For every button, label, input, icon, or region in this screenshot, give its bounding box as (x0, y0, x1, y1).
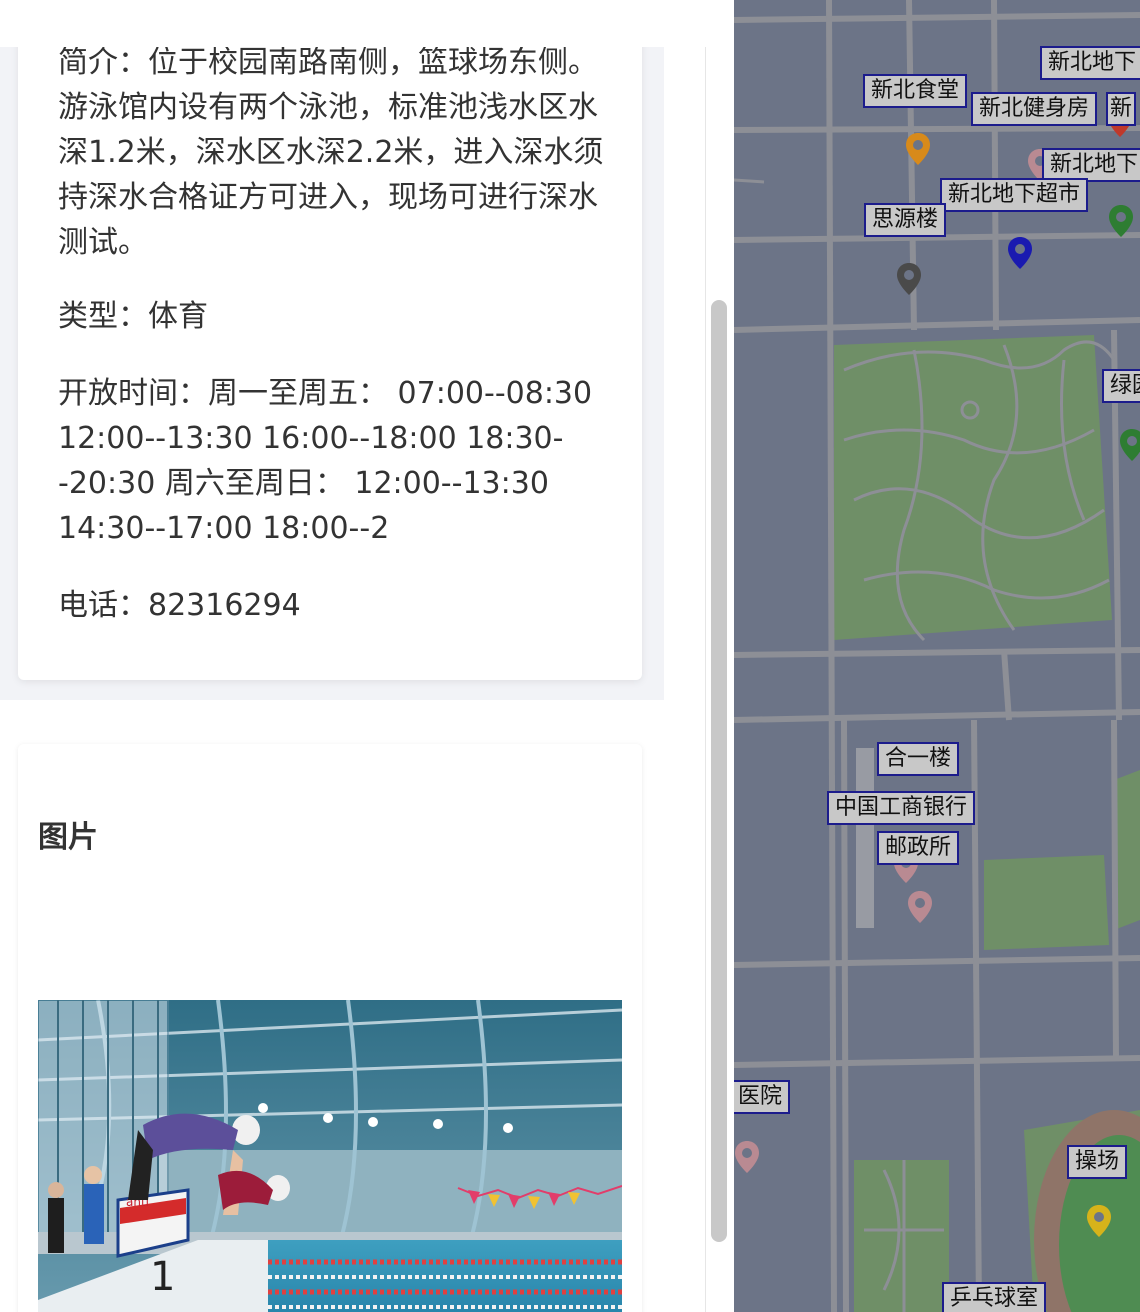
type-text: 类型：体育 (58, 299, 208, 334)
info-card: 简介：位于校园南路南侧，篮球场东侧。游泳馆内设有两个泳池，标准池浅水区水深1.2… (18, 20, 642, 680)
map-label-partial[interactable]: 新 (1106, 92, 1137, 126)
map-label-siyuan[interactable]: 思源楼 (864, 203, 947, 237)
map-label-heyi[interactable]: 合一楼 (877, 742, 960, 776)
detail-panel: 简介：位于校园南路南侧，篮球场东侧。游泳馆内设有两个泳池，标准池浅水区水深1.2… (0, 0, 734, 1312)
campus-map[interactable]: 新北地下 新北食堂 新北健身房 新 新北地下 新北地下超市 思源楼 绿园 合一楼… (734, 0, 1140, 1312)
map-label-xinbei-canteen[interactable]: 新北食堂 (863, 74, 968, 108)
phone-text[interactable]: 电话：82316294 (58, 583, 618, 628)
map-label-hospital[interactable]: 医院 (734, 1080, 791, 1114)
image-card: 图片 1 anti (18, 744, 642, 1312)
hours-text: 开放时间：周一至周五： 07:00--08:30 12:00--13:30 16… (58, 376, 593, 546)
map-label-green[interactable]: 绿园 (1102, 369, 1140, 403)
map-label-icbc[interactable]: 中国工商银行 (827, 791, 976, 825)
pool-photo-art: 1 anti (38, 1000, 622, 1312)
scroll-track (705, 0, 706, 1312)
map-pin-icon[interactable] (905, 132, 931, 166)
map-pin-icon[interactable] (1119, 428, 1140, 462)
map-pin-icon[interactable] (1108, 204, 1134, 238)
image-section-title: 图片 (38, 820, 98, 855)
map-pin-icon[interactable] (1007, 236, 1033, 270)
map-label-xinbei-supermarket[interactable]: 新北地下超市 (940, 178, 1089, 212)
map-label-xinbei-gym[interactable]: 新北健身房 (971, 92, 1098, 126)
map-label-playground[interactable]: 操场 (1067, 1145, 1128, 1179)
map-pin-icon[interactable] (907, 890, 933, 924)
lane-number: 1 (150, 1254, 175, 1300)
map-pin-icon[interactable] (1086, 1204, 1112, 1238)
intro-text: 简介：位于校园南路南侧，篮球场东侧。游泳馆内设有两个泳池，标准池浅水区水深1.2… (58, 45, 604, 260)
map-label-pingpong[interactable]: 乒乓球室 (942, 1282, 1047, 1312)
map-label-xinbei-dixia[interactable]: 新北地下 (1040, 46, 1140, 80)
map-label-post-office[interactable]: 邮政所 (877, 831, 960, 865)
map-pin-icon[interactable] (734, 1140, 760, 1174)
top-bar (0, 0, 734, 47)
map-pin-icon[interactable] (896, 262, 922, 296)
map-label-xinbei-dixia-2[interactable]: 新北地下 (1042, 148, 1140, 182)
pool-photo[interactable]: 1 anti (38, 1000, 622, 1312)
scrollbar-thumb[interactable] (711, 300, 727, 1242)
